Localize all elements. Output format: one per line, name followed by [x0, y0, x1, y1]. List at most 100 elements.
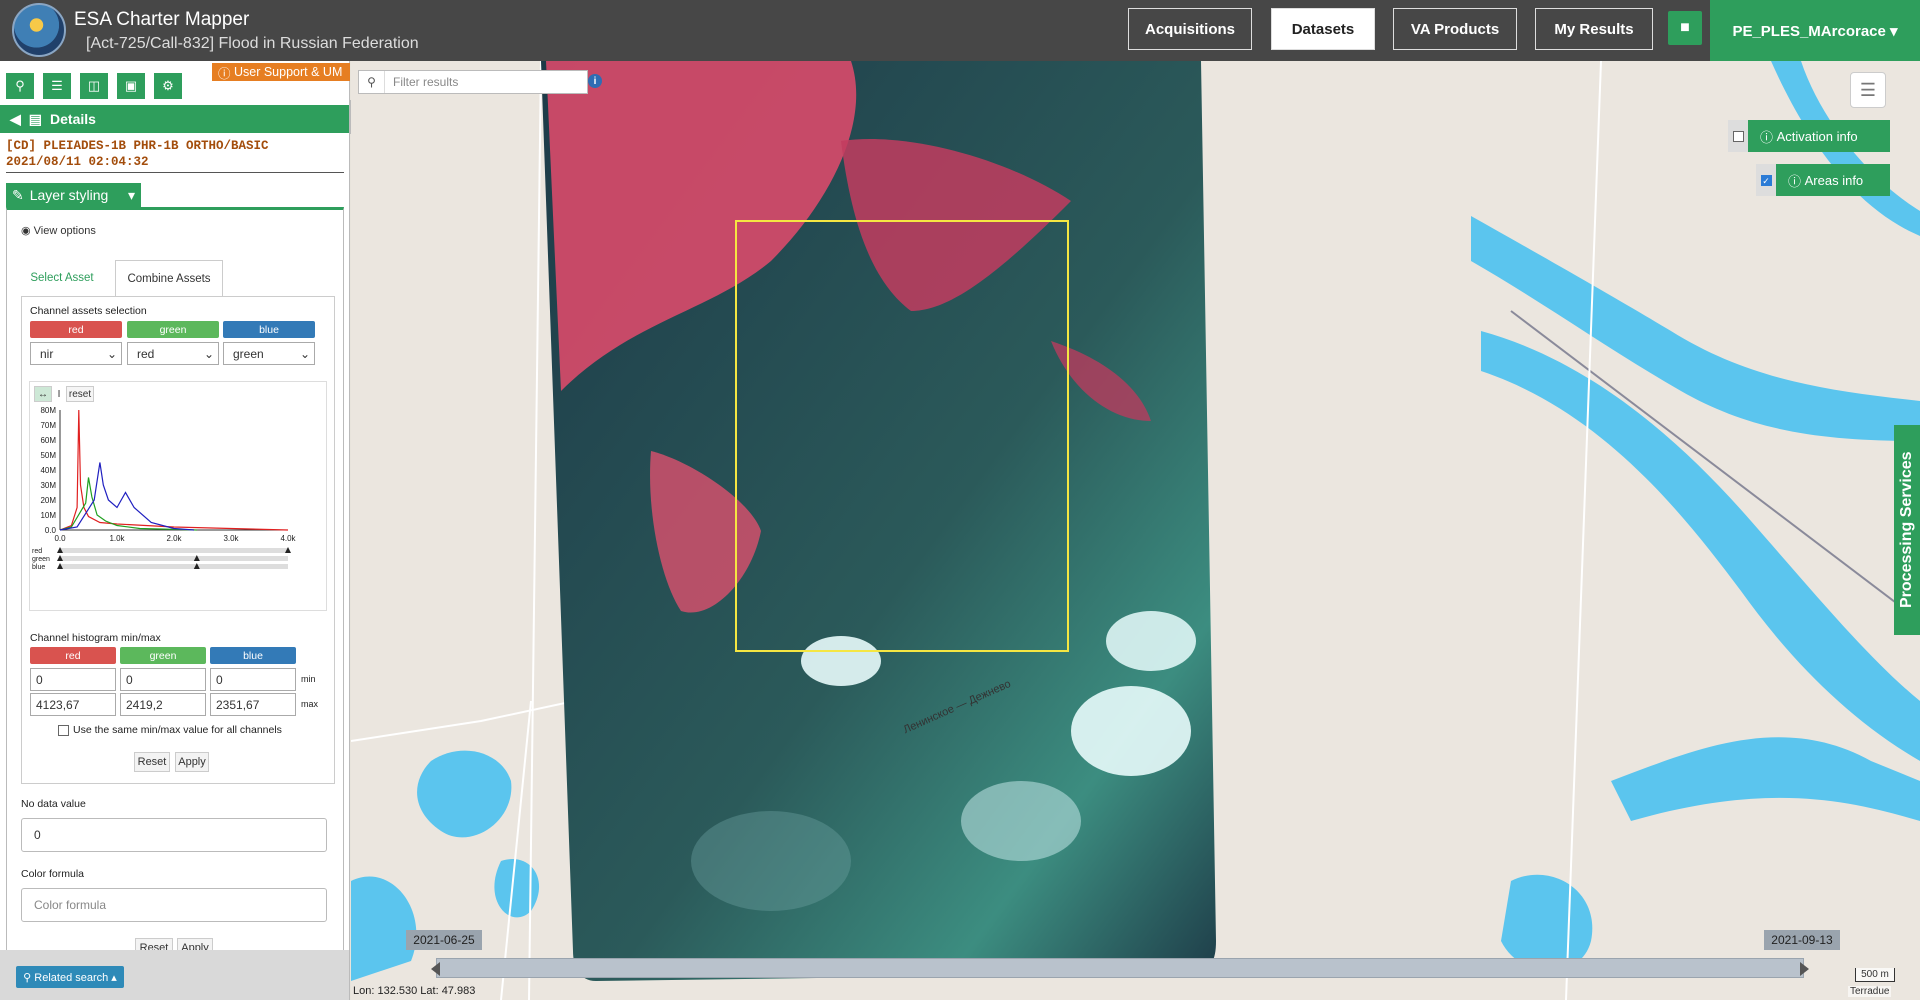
y-tick-label: 70M	[40, 421, 56, 430]
layers-icon[interactable]: ☰	[1850, 72, 1886, 108]
timeline-end-label: 2021-09-13	[1764, 930, 1840, 950]
channel-red-label: red	[30, 321, 122, 338]
max-suffix: max	[301, 699, 319, 709]
user-menu[interactable]: PE_PLES_MArcorace ▾	[1710, 0, 1920, 61]
histogram-mode[interactable]: I	[54, 386, 64, 402]
red-min-input[interactable]: 0	[30, 668, 116, 691]
layer-styling-panel: ◉ View options Select Asset Combine Asse…	[6, 207, 344, 997]
tab-combine-assets[interactable]: Combine Assets	[115, 260, 223, 296]
list-icon[interactable]: ☰	[43, 73, 71, 99]
channel-red-select[interactable]: nir ⌄	[30, 342, 122, 365]
view-options-label: View options	[33, 225, 96, 237]
x-tick-label: 3.0k	[223, 534, 239, 543]
processing-services-tab[interactable]: Processing Services	[1894, 425, 1920, 635]
nodata-label: No data value	[21, 798, 86, 810]
channel-red-value: nir	[40, 346, 54, 361]
x-tick-label: 0.0	[54, 534, 66, 543]
blue-min-input[interactable]: 0	[210, 668, 296, 691]
same-minmax-row[interactable]: Use the same min/max value for all chann…	[58, 724, 282, 736]
lake	[417, 750, 512, 838]
activation-info-label: Activation info	[1776, 128, 1858, 144]
document-icon: ▤	[28, 110, 43, 127]
histogram-reset-button[interactable]: reset	[66, 386, 94, 402]
view-options[interactable]: ◉ View options	[21, 224, 96, 237]
timeline-start-label: 2021-06-25	[406, 930, 482, 950]
minmax-blue-label: blue	[210, 647, 296, 664]
user-support-button[interactable]: ⓘ User Support & UM	[212, 63, 350, 81]
color-formula-input[interactable]: Color formula	[21, 888, 327, 922]
minmax-red-label: red	[30, 647, 116, 664]
layer-styling-header[interactable]: ✎ Layer styling ▾	[6, 183, 141, 207]
cloud	[801, 636, 881, 686]
y-tick-label: 40M	[40, 466, 56, 475]
details-label: Details	[50, 111, 96, 127]
green-min-input[interactable]: 0	[120, 668, 206, 691]
red-max-input[interactable]: 4123,67	[30, 693, 116, 716]
channel-blue-select[interactable]: green ⌄	[223, 342, 315, 365]
scale-bar: 500 m	[1855, 968, 1895, 982]
channel-blue-label: blue	[223, 321, 315, 338]
minmax-apply-button[interactable]: Apply	[175, 752, 209, 772]
user-support-label: User Support & UM	[233, 65, 343, 79]
cloud	[691, 811, 851, 911]
nav-acquisitions[interactable]: Acquisitions	[1128, 8, 1252, 50]
same-minmax-checkbox[interactable]	[58, 724, 69, 736]
filter-box[interactable]: ⚲ Filter results	[358, 70, 588, 94]
channel-green-value: red	[137, 346, 155, 361]
slider-track-red	[60, 548, 288, 553]
app-title: ESA Charter Mapper	[74, 9, 250, 30]
y-tick-label: 10M	[40, 511, 56, 520]
color-formula-label: Color formula	[21, 868, 85, 880]
related-search-button[interactable]: ⚲ Related search ▴	[16, 966, 124, 988]
timeline-start-handle[interactable]	[431, 962, 440, 976]
related-search-label: Related search ▴	[34, 971, 117, 984]
y-tick-label: 30M	[40, 481, 56, 490]
basket-icon[interactable]: ◫	[80, 73, 108, 99]
layer-styling-label: Layer styling	[29, 187, 109, 203]
tab-select-asset[interactable]: Select Asset	[17, 260, 107, 296]
esa-charter-logo[interactable]	[12, 3, 66, 57]
y-tick-label: 50M	[40, 451, 56, 460]
green-max-input[interactable]: 2419,2	[120, 693, 206, 716]
briefcase-icon[interactable]: ■	[1668, 11, 1702, 45]
pan-icon[interactable]: ↔	[34, 386, 52, 402]
histogram-box: ↔ I reset 0.0 10M 20M 30M 40M 50M 60M 70M 80M 0.0…	[29, 381, 327, 611]
areas-info-label: Areas info	[1804, 172, 1864, 188]
activation-info-toggle[interactable]: ⓘ Activation info	[1728, 120, 1890, 152]
top-header: ESA Charter Mapper [Act-725/Call-832] Fl…	[0, 0, 1920, 61]
combine-assets-panel: Channel assets selection red green blue …	[21, 296, 335, 784]
areas-info-checkbox[interactable]: ✓	[1756, 164, 1776, 196]
blue-max-input[interactable]: 2351,67	[210, 693, 296, 716]
river	[1611, 737, 1920, 821]
areas-info-toggle[interactable]: ✓ ⓘ Areas info	[1756, 164, 1890, 196]
info-icon: ⓘ	[1760, 129, 1777, 145]
channel-green-select[interactable]: red ⌄	[127, 342, 219, 365]
map-canvas[interactable]: Ленинское — Дежнево	[351, 61, 1920, 1000]
chevron-left-icon[interactable]: ◀	[10, 111, 21, 128]
filter-input[interactable]: Filter results	[385, 75, 458, 89]
gear-icon[interactable]: ⚙	[154, 73, 182, 99]
histogram-chart[interactable]: 0.010M20M30M40M50M60M70M80M0.0 1.0k 2.0k 3.…	[30, 406, 326, 606]
details-header[interactable]: ◀ ▤ Details	[0, 105, 349, 133]
nav-my-results[interactable]: My Results	[1535, 8, 1653, 50]
lake	[351, 876, 417, 981]
timeline-slider[interactable]	[431, 958, 1809, 978]
nodata-input[interactable]: 0	[21, 818, 327, 852]
channel-blue-value: green	[233, 346, 264, 361]
chevron-down-icon: ⌄	[106, 346, 117, 361]
minmax-reset-button[interactable]: Reset	[134, 752, 170, 772]
map-attribution: Terradue	[1848, 986, 1892, 997]
lake	[1501, 874, 1593, 971]
timeline-end-handle[interactable]	[1800, 962, 1809, 976]
info-icon[interactable]: i	[588, 74, 602, 88]
chevron-down-icon[interactable]: ▾	[128, 187, 135, 204]
minmax-green-label: green	[120, 647, 206, 664]
nav-datasets[interactable]: Datasets	[1271, 8, 1375, 50]
cloud	[961, 781, 1081, 861]
search-icon: ⚲	[359, 71, 385, 93]
archive-icon[interactable]: ▣	[117, 73, 145, 99]
nav-va-products[interactable]: VA Products	[1393, 8, 1517, 50]
map-base	[351, 61, 1920, 1000]
search-icon[interactable]: ⚲	[6, 73, 34, 99]
activation-info-checkbox[interactable]	[1728, 120, 1748, 152]
